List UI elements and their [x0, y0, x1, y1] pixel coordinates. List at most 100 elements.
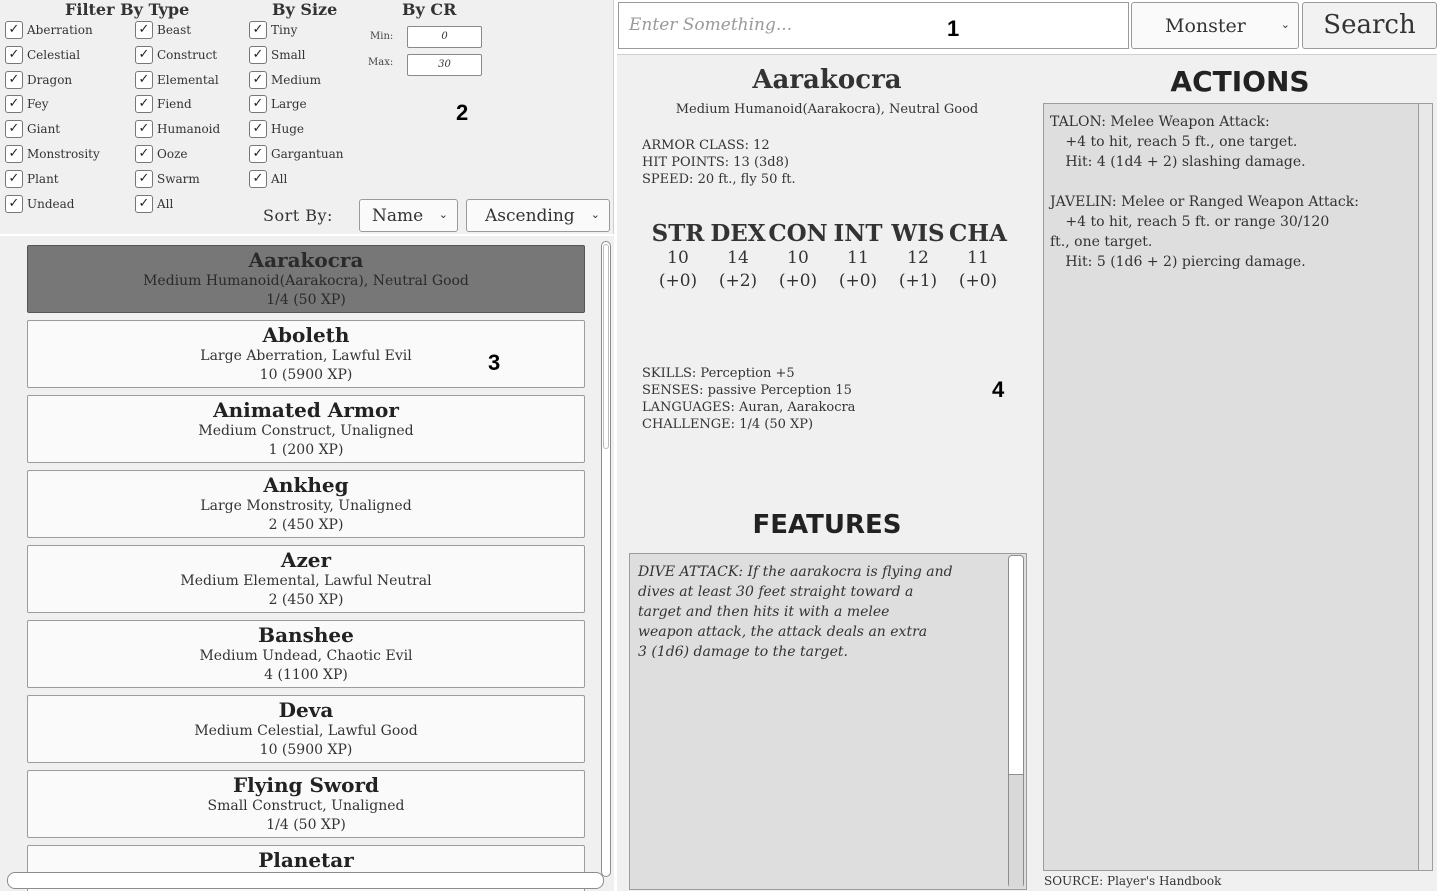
monster-subtitle: Medium Humanoid(Aarakocra), Neutral Good — [675, 102, 979, 117]
type-filter-checkbox-1[interactable]: ✓ Celestial — [5, 45, 80, 65]
action-line: Hit: 4 (1d4 + 2) slashing damage. — [1052, 154, 1306, 170]
size-filter-checkbox-4[interactable]: ✓ Huge — [249, 119, 304, 139]
search-button[interactable]: Search — [1302, 2, 1437, 49]
annotation-marker-2: 2 — [456, 100, 469, 125]
cr-min-input[interactable]: 0 — [407, 26, 482, 48]
check-icon[interactable]: ✓ — [5, 21, 23, 39]
monster-list-item[interactable]: Banshee Medium Undead, Chaotic Evil 4 (110… — [27, 620, 585, 688]
monster-list-item[interactable]: Flying Sword Small Construct, Unaligned 1/… — [27, 770, 585, 838]
check-icon[interactable]: ✓ — [249, 169, 267, 188]
check-icon[interactable]: ✓ — [5, 169, 23, 188]
list-vertical-scrollbar[interactable] — [601, 241, 611, 877]
check-icon[interactable]: ✓ — [249, 70, 267, 89]
ability-name: WIS — [891, 220, 945, 247]
search-category-select[interactable]: Monster ⌄ — [1131, 2, 1299, 49]
size-filter-checkbox-6[interactable]: ✓ All — [249, 169, 287, 189]
source-label: SOURCE: Player's Handbook — [1044, 874, 1222, 888]
challenge: CHALLENGE: 1/4 (50 XP) — [642, 417, 814, 432]
features-box[interactable]: DIVE ATTACK: If the aarakocra is flying … — [629, 553, 1027, 890]
check-icon[interactable]: ✓ — [5, 45, 23, 64]
check-icon[interactable]: ✓ — [135, 70, 153, 89]
sort-field-value: Name — [372, 205, 424, 226]
size-filter-checkbox-2[interactable]: ✓ Medium — [249, 70, 321, 90]
monster-list-item[interactable]: Azer Medium Elemental, Lawful Neutral 2 (4… — [27, 545, 585, 613]
check-icon[interactable]: ✓ — [249, 145, 267, 163]
monster-list-panel: Aarakocra Medium Humanoid(Aarakocra), Neu… — [0, 236, 614, 891]
hit-points: HIT POINTS: 13 (3d8) — [642, 155, 789, 170]
check-icon[interactable]: ✓ — [5, 70, 23, 89]
search-input[interactable]: Enter Something... — [618, 2, 1129, 49]
type-filter-checkbox-5[interactable]: ✓ Monstrosity — [5, 144, 100, 164]
type-filter-label: Beast — [157, 23, 192, 37]
sort-order-select[interactable]: Ascending ⌄ — [466, 199, 610, 232]
type-filter-checkbox-7[interactable]: ✓ All — [135, 194, 173, 214]
check-icon[interactable]: ✓ — [5, 145, 23, 163]
type-filter-checkbox-0[interactable]: ✓ Beast — [135, 20, 191, 40]
size-filter-checkbox-5[interactable]: ✓ Gargantuan — [249, 144, 343, 164]
type-filter-checkbox-6[interactable]: ✓ Swarm — [135, 169, 200, 189]
type-filter-checkbox-1[interactable]: ✓ Construct — [135, 45, 217, 65]
check-icon[interactable]: ✓ — [135, 120, 153, 139]
check-icon[interactable]: ✓ — [5, 194, 23, 213]
monster-list-name: Aarakocra — [248, 248, 364, 272]
check-icon[interactable]: ✓ — [135, 45, 153, 64]
scrollbar-thumb[interactable] — [603, 244, 609, 449]
monster-list-cr: 1 (200 XP) — [268, 442, 344, 458]
list-horizontal-scrollbar[interactable] — [7, 872, 604, 889]
monster-list-type: Medium Elemental, Lawful Neutral — [180, 573, 432, 589]
monster-list-item[interactable]: Deva Medium Celestial, Lawful Good 10 (590… — [27, 695, 585, 763]
check-icon[interactable]: ✓ — [249, 21, 267, 39]
monster-list-item[interactable]: Aarakocra Medium Humanoid(Aarakocra), Neu… — [27, 245, 585, 313]
type-filter-checkbox-4[interactable]: ✓ Humanoid — [135, 119, 220, 139]
actions-box[interactable]: TALON: Melee Weapon Attack: +4 to hit, r… — [1043, 103, 1433, 871]
ability-name: CON — [768, 220, 828, 247]
type-filter-checkbox-2[interactable]: ✓ Dragon — [5, 70, 72, 90]
type-filter-checkbox-5[interactable]: ✓ Ooze — [135, 144, 188, 164]
check-icon[interactable]: ✓ — [135, 21, 153, 39]
size-filter-checkbox-3[interactable]: ✓ Large — [249, 94, 307, 114]
monster-list-item[interactable]: Animated Armor Medium Construct, Unaligne… — [27, 395, 585, 463]
check-icon[interactable]: ✓ — [249, 120, 267, 139]
cr-max-input[interactable]: 30 — [407, 54, 482, 76]
check-icon[interactable]: ✓ — [135, 194, 153, 213]
size-filter-checkbox-0[interactable]: ✓ Tiny — [249, 20, 297, 40]
monster-detail-panel: Aarakocra Medium Humanoid(Aarakocra), Ne… — [617, 54, 1437, 891]
type-filter-checkbox-6[interactable]: ✓ Plant — [5, 169, 59, 189]
check-icon[interactable]: ✓ — [135, 169, 153, 188]
skills: SKILLS: Perception +5 — [642, 366, 795, 381]
type-filter-label: Fiend — [157, 97, 192, 112]
cr-min-label: Min: — [370, 31, 394, 42]
monster-name: Aarakocra — [752, 65, 902, 95]
type-filter-checkbox-3[interactable]: ✓ Fiend — [135, 94, 192, 114]
ability-1: DEX 14 (+2) — [708, 220, 768, 293]
ability-5: CHA 11 (+0) — [948, 220, 1008, 293]
check-icon[interactable]: ✓ — [135, 95, 153, 114]
check-icon[interactable]: ✓ — [135, 145, 153, 163]
feature-line: 3 (1d6) damage to the target. — [638, 644, 849, 660]
monster-list-item[interactable]: Ankheg Large Monstrosity, Unaligned 2 (450… — [27, 470, 585, 538]
size-filter-label: All — [271, 171, 288, 186]
type-filter-label: Construct — [157, 47, 218, 62]
type-filter-checkbox-3[interactable]: ✓ Fey — [5, 94, 49, 114]
monster-list-item[interactable]: Aboleth Large Aberration, Lawful Evil 10 (… — [27, 320, 585, 388]
action-line: +4 to hit, reach 5 ft., one target. — [1052, 134, 1298, 150]
check-icon[interactable]: ✓ — [249, 95, 267, 114]
features-title: FEATURES — [752, 510, 902, 540]
ability-score: 11 — [967, 248, 989, 268]
type-filter-label: Undead — [27, 196, 75, 211]
check-icon[interactable]: ✓ — [5, 120, 23, 139]
monster-list[interactable]: Aarakocra Medium Humanoid(Aarakocra), Neu… — [0, 236, 614, 891]
check-icon[interactable]: ✓ — [249, 45, 267, 64]
type-filter-label: Celestial — [27, 47, 81, 62]
check-icon[interactable]: ✓ — [5, 95, 23, 114]
ability-modifier: (+0) — [838, 271, 878, 291]
type-filter-checkbox-0[interactable]: ✓ Aberration — [5, 20, 93, 40]
sort-field-select[interactable]: Name ⌄ — [359, 199, 458, 232]
type-filter-checkbox-2[interactable]: ✓ Elemental — [135, 70, 219, 90]
type-filter-checkbox-7[interactable]: ✓ Undead — [5, 194, 74, 214]
size-filter-label: Huge — [271, 122, 304, 137]
features-scrollbar[interactable] — [1008, 555, 1024, 888]
type-filter-checkbox-4[interactable]: ✓ Giant — [5, 119, 60, 139]
actions-scrollbar[interactable] — [1418, 104, 1432, 870]
size-filter-checkbox-1[interactable]: ✓ Small — [249, 45, 305, 65]
